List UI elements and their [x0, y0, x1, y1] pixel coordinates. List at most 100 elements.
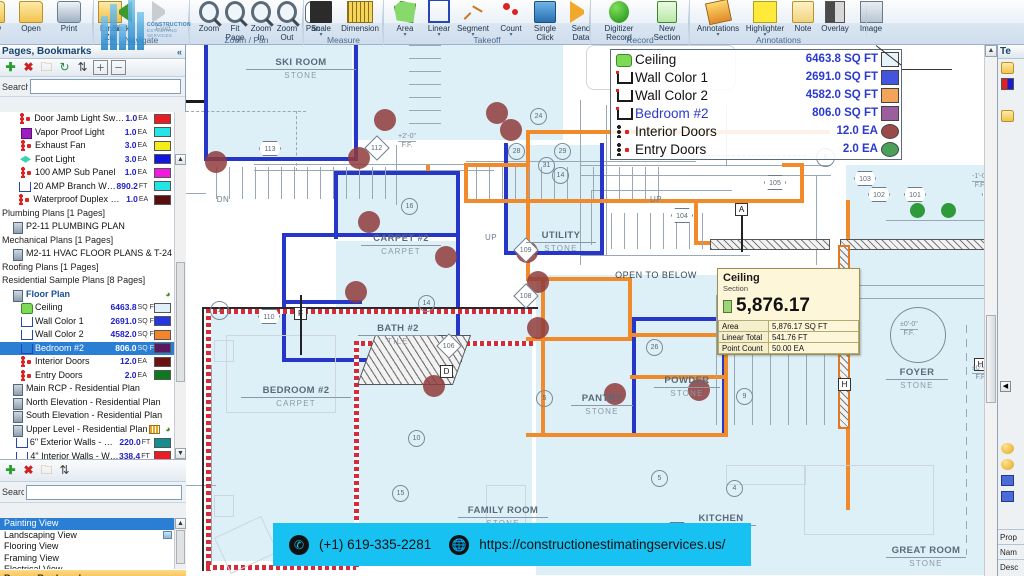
- legend-row[interactable]: Interior Doors 12.0 EA: [611, 122, 901, 140]
- count-marker-interior-door[interactable]: [500, 119, 522, 141]
- legend-row[interactable]: Entry Doors 2.0 EA: [611, 140, 901, 158]
- tree-item[interactable]: Door Jamb Light Switch1.0EA💡: [0, 112, 186, 126]
- color-swatch[interactable]: [153, 181, 171, 192]
- color-swatch[interactable]: [153, 356, 171, 367]
- count-marker-interior-door[interactable]: [345, 281, 367, 303]
- scroll-up-arrow[interactable]: ▲: [175, 518, 186, 529]
- copy-icon[interactable]: 🗀: [39, 463, 54, 478]
- legend-color-swatch[interactable]: [881, 69, 899, 85]
- view-list-item[interactable]: Landscaping View: [0, 530, 186, 542]
- tree-item[interactable]: 100 AMP Sub Panel1.0EA💡: [0, 166, 186, 180]
- tree-group-header[interactable]: Roofing Plans [1 Pages]: [0, 261, 186, 275]
- tree-item[interactable]: M2-11 HVAC FLOOR PLANS & T-24✥: [0, 247, 186, 262]
- color-swatch[interactable]: [153, 154, 171, 165]
- open-folder-icon[interactable]: [1001, 62, 1014, 74]
- visibility-icon[interactable]: ◕: [162, 423, 174, 437]
- tree-item[interactable]: Ceiling6463.8SQ FT💡: [0, 301, 186, 315]
- floor-plan[interactable]: 105 104 103 102 101 10 7 113 112 109 108…: [186, 45, 997, 576]
- tree-item[interactable]: Waterproof Duplex Outlet1.0EA💡: [0, 193, 186, 207]
- legend-row[interactable]: Wall Color 1 2691.0 SQ FT: [611, 68, 901, 86]
- scroll-thumb[interactable]: [176, 530, 185, 564]
- tree-group-header[interactable]: Residential Sample Plans [8 Pages]: [0, 274, 186, 288]
- tree-item[interactable]: Wall Color 12691.0SQ FT💡: [0, 315, 186, 329]
- color-swatch[interactable]: [153, 329, 171, 340]
- view-list-item[interactable]: Flooring View: [0, 541, 186, 553]
- color-swatch[interactable]: [153, 167, 171, 178]
- legend-color-swatch[interactable]: [881, 141, 899, 157]
- tree-item[interactable]: South Elevation - Residential Plan: [0, 409, 186, 424]
- color-swatch[interactable]: [153, 343, 171, 354]
- legend-row[interactable]: Ceiling 6463.8 SQ FT: [611, 50, 901, 68]
- tree-item[interactable]: Upper Level - Residential Plan◕✥: [0, 423, 186, 437]
- tree-item[interactable]: Interior Doors12.0EA💡: [0, 355, 186, 369]
- ribbon-button-image[interactable]: Image: [850, 1, 892, 33]
- add-icon[interactable]: ✚: [3, 60, 18, 75]
- count-marker-interior-door[interactable]: [358, 211, 380, 233]
- tree-item[interactable]: Floor Plan◕✥: [0, 288, 186, 302]
- color-palette-icon[interactable]: [1001, 78, 1014, 90]
- copy-icon[interactable]: 🗀: [39, 60, 54, 75]
- ribbon-button-dimension[interactable]: Dimension: [330, 1, 390, 33]
- tree-item[interactable]: Vapor Proof Light1.0EA💡: [0, 126, 186, 140]
- tree-item[interactable]: 4" Interior Walls - Wood Stud338.4FT💡: [0, 450, 186, 459]
- delete-icon[interactable]: ✖: [21, 60, 36, 75]
- tree-item[interactable]: 20 AMP Branch Wiring890.2FT💡: [0, 180, 186, 194]
- takeoff-legend[interactable]: Ceiling 6463.8 SQ FT Wall Color 1 2691.0 SQ…: [610, 49, 902, 160]
- tree-item[interactable]: Main RCP - Residential Plan: [0, 382, 186, 397]
- tree-item[interactable]: Exhaust Fan3.0EA💡: [0, 139, 186, 153]
- tree-item[interactable]: Bedroom #2806.0SQ FT💡: [0, 341, 186, 355]
- count-marker-entry-door[interactable]: [910, 203, 925, 218]
- color-swatch[interactable]: [153, 302, 171, 313]
- banner-url[interactable]: https://constructionestimatingservices.u…: [479, 537, 725, 552]
- legend-row[interactable]: Bedroom #2 806.0 SQ FT: [611, 104, 901, 122]
- pages-bookmarks-tree[interactable]: Door Jamb Light Switch1.0EA💡Vapor Proof …: [0, 112, 186, 460]
- tree-item[interactable]: North Elevation - Residential Plan: [0, 396, 186, 410]
- count-marker-interior-door[interactable]: [205, 151, 227, 173]
- accordion-pages-bookmarks[interactable]: Pages, Bookmarks: [0, 569, 186, 576]
- scroll-thumb[interactable]: [176, 262, 185, 382]
- visibility-icon[interactable]: ◕: [162, 288, 174, 302]
- scroll-up-arrow[interactable]: ▲: [175, 154, 186, 165]
- color-swatch[interactable]: [153, 437, 171, 448]
- count-marker-interior-door[interactable]: [374, 109, 396, 131]
- legend-row[interactable]: Wall Color 2 4582.0 SQ FT: [611, 86, 901, 104]
- legend-color-swatch[interactable]: [881, 51, 899, 67]
- color-swatch[interactable]: [153, 451, 171, 459]
- color-swatch[interactable]: [153, 127, 171, 138]
- scroll-up-arrow[interactable]: ▲: [985, 45, 997, 57]
- legend-color-swatch[interactable]: [881, 87, 899, 103]
- color-swatch[interactable]: [153, 370, 171, 381]
- delete-icon[interactable]: ✖: [21, 463, 36, 478]
- color-swatch[interactable]: [153, 113, 171, 124]
- count-marker-interior-door[interactable]: [423, 375, 445, 397]
- color-swatch[interactable]: [153, 140, 171, 151]
- tree-item[interactable]: Wall Color 24582.0SQ FT💡: [0, 328, 186, 342]
- count-marker-interior-door[interactable]: [527, 317, 549, 339]
- drawing-canvas[interactable]: 105 104 103 102 101 10 7 113 112 109 108…: [186, 45, 997, 576]
- sort-icon[interactable]: ⇅: [57, 463, 72, 478]
- tree-scrollbar[interactable]: ▲ ▼: [174, 112, 186, 459]
- views-search-input[interactable]: [26, 484, 182, 500]
- count-marker-entry-door[interactable]: [941, 203, 956, 218]
- collapse-all-icon[interactable]: －: [111, 60, 126, 75]
- ribbon-button-back[interactable]: Back: [98, 1, 144, 33]
- views-scrollbar[interactable]: ▲ ▼: [174, 518, 186, 576]
- color-swatch[interactable]: [153, 194, 171, 205]
- tree-item[interactable]: Entry Doors2.0EA💡: [0, 369, 186, 383]
- canvas-vertical-scrollbar[interactable]: ▲: [984, 45, 997, 576]
- search-input[interactable]: [30, 79, 181, 94]
- add-icon[interactable]: ✚: [3, 463, 18, 478]
- tree-item[interactable]: P2-11 PLUMBING PLAN✥: [0, 220, 186, 235]
- tree-item[interactable]: Foot Light3.0EA💡: [0, 153, 186, 167]
- expand-all-icon[interactable]: ＋: [93, 60, 108, 75]
- views-list[interactable]: Painting View Landscaping View Flooring Vi…: [0, 518, 186, 576]
- tree-group-header[interactable]: Mechanical Plans [1 Pages]: [0, 234, 186, 248]
- refresh-icon[interactable]: ↻: [57, 60, 72, 75]
- collapse-panel-icon[interactable]: «: [177, 45, 182, 59]
- view-list-item[interactable]: Framing View: [0, 553, 186, 565]
- legend-color-swatch[interactable]: [881, 105, 899, 121]
- legend-color-swatch[interactable]: [881, 123, 899, 139]
- sort-icon[interactable]: ⇅: [75, 60, 90, 75]
- open-folder-icon[interactable]: [1001, 110, 1014, 122]
- tree-item[interactable]: 6" Exterior Walls - Wood Stu...220.0FT💡: [0, 436, 186, 450]
